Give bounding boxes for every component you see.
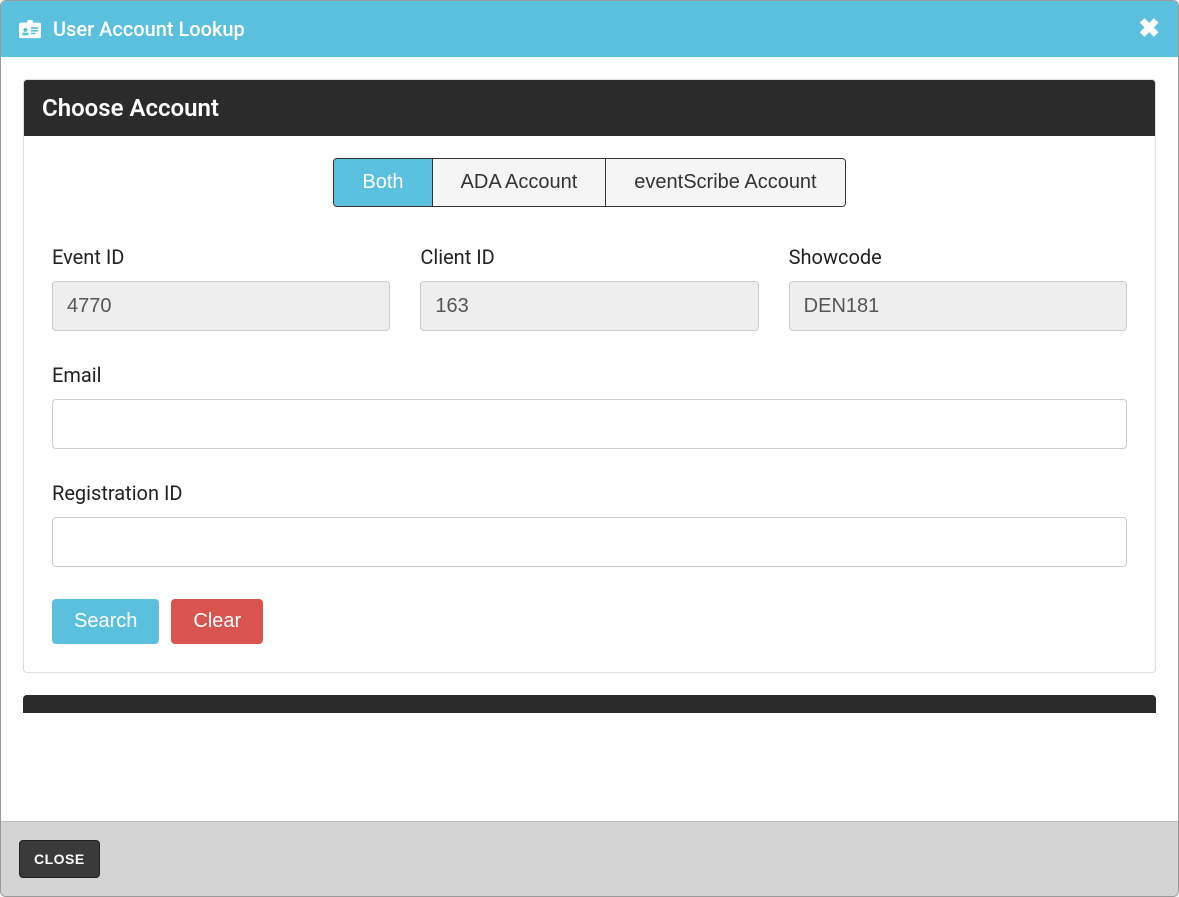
event-id-label: Event ID bbox=[52, 245, 390, 269]
tab-eventscribe-account[interactable]: eventScribe Account bbox=[606, 159, 844, 206]
showcode-label: Showcode bbox=[789, 245, 1127, 269]
client-id-label: Client ID bbox=[420, 245, 758, 269]
tab-button-group: Both ADA Account eventScribe Account bbox=[333, 158, 845, 207]
form-group-email: Email bbox=[52, 363, 1127, 449]
email-input[interactable] bbox=[52, 399, 1127, 449]
modal-footer: CLOSE bbox=[1, 821, 1178, 896]
email-label: Email bbox=[52, 363, 1127, 387]
registration-id-input[interactable] bbox=[52, 517, 1127, 567]
action-buttons: Search Clear bbox=[52, 599, 1127, 644]
form-group-client-id: Client ID bbox=[420, 245, 758, 331]
form-group-event-id: Event ID bbox=[52, 245, 390, 331]
modal-body: Choose Account Both ADA Account eventScr… bbox=[1, 57, 1178, 821]
tab-ada-account[interactable]: ADA Account bbox=[433, 159, 607, 206]
results-panel-header-peek bbox=[23, 695, 1156, 713]
close-icon[interactable]: ✖ bbox=[1138, 16, 1160, 42]
form-row-registration-id: Registration ID bbox=[52, 481, 1127, 567]
form-group-registration-id: Registration ID bbox=[52, 481, 1127, 567]
showcode-input bbox=[789, 281, 1127, 331]
id-card-icon bbox=[19, 19, 41, 39]
registration-id-label: Registration ID bbox=[52, 481, 1127, 505]
close-button[interactable]: CLOSE bbox=[19, 840, 100, 878]
modal-header-left: User Account Lookup bbox=[19, 17, 245, 41]
modal-header: User Account Lookup ✖ bbox=[1, 1, 1178, 57]
account-type-tabs: Both ADA Account eventScribe Account bbox=[52, 158, 1127, 207]
search-button[interactable]: Search bbox=[52, 599, 159, 644]
form-row-email: Email bbox=[52, 363, 1127, 449]
form-row-ids: Event ID Client ID Showcode bbox=[52, 245, 1127, 331]
modal-dialog: User Account Lookup ✖ Choose Account Bot… bbox=[0, 0, 1179, 897]
event-id-input bbox=[52, 281, 390, 331]
panel-body: Both ADA Account eventScribe Account Eve… bbox=[24, 136, 1155, 672]
form-group-showcode: Showcode bbox=[789, 245, 1127, 331]
panel-title: Choose Account bbox=[24, 80, 1155, 136]
tab-both[interactable]: Both bbox=[334, 159, 432, 206]
client-id-input bbox=[420, 281, 758, 331]
modal-title: User Account Lookup bbox=[53, 17, 245, 41]
choose-account-panel: Choose Account Both ADA Account eventScr… bbox=[23, 79, 1156, 673]
clear-button[interactable]: Clear bbox=[171, 599, 263, 644]
